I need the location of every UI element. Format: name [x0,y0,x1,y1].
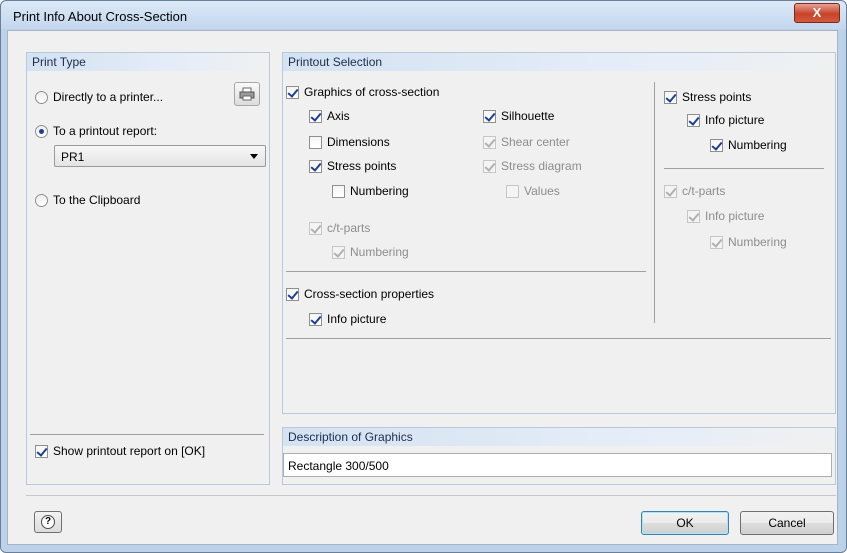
ct-parts-label: c/t-parts [327,221,371,235]
stress-points-checkbox[interactable] [309,159,322,173]
stress-diagram-checkbox[interactable] [483,159,496,173]
dimensions-checkbox[interactable] [309,135,322,149]
silhouette-label: Silhouette [501,109,555,123]
shear-center-checkbox-row[interactable]: Shear center [483,135,570,149]
stress-points-numbering-checkbox[interactable] [332,184,345,198]
printout-selection-header: Printout Selection [283,53,835,71]
ct-parts-checkbox[interactable] [309,221,322,235]
divider [664,168,824,169]
print-type-group: Print Type [26,52,270,485]
title-bar: Print Info About Cross-Section X [1,1,846,29]
right-numbering-row[interactable]: Numbering [710,138,787,152]
divider [286,338,831,339]
stress-points-label: Stress points [327,159,397,173]
cs-info-picture-checkbox[interactable] [309,312,322,326]
right-stress-points-checkbox[interactable] [664,90,677,104]
silhouette-checkbox-row[interactable]: Silhouette [483,109,554,123]
description-input[interactable]: Rectangle 300/500 [283,453,832,477]
stress-points-numbering-row[interactable]: Numbering [332,184,409,198]
radio-directly-to-printer[interactable]: Directly to a printer... [35,90,163,104]
description-value: Rectangle 300/500 [288,459,389,473]
cs-info-picture-row[interactable]: Info picture [309,312,386,326]
right-info-picture-checkbox[interactable] [687,113,700,127]
right-numbering-label: Numbering [728,138,787,152]
ct-parts-numbering-row[interactable]: Numbering [332,245,409,259]
axis-label: Axis [327,109,350,123]
right-info-picture-row[interactable]: Info picture [687,113,764,127]
values-checkbox-row[interactable]: Values [506,184,560,198]
right-ct-parts-row[interactable]: c/t-parts [664,184,725,198]
printer-icon [239,87,255,101]
right-ct-numbering-row[interactable]: Numbering [710,235,787,249]
show-report-label: Show printout report on [OK] [53,444,206,458]
values-label: Values [524,184,560,198]
radio-button[interactable] [35,193,48,207]
ct-parts-numbering-label: Numbering [350,245,409,259]
cs-properties-checkbox[interactable] [286,287,299,301]
cs-properties-checkbox-row[interactable]: Cross-section properties [286,287,434,301]
graphics-checkbox[interactable] [286,85,299,99]
right-ct-numbering-label: Numbering [728,235,787,249]
dimensions-label: Dimensions [327,135,390,149]
axis-checkbox-row[interactable]: Axis [309,109,350,123]
ct-parts-numbering-checkbox[interactable] [332,245,345,259]
radio-label: Directly to a printer... [53,90,164,104]
print-type-header: Print Type [27,53,269,71]
stress-points-checkbox-row[interactable]: Stress points [309,159,396,173]
chevron-down-icon [250,154,258,159]
radio-to-clipboard[interactable]: To the Clipboard [35,193,140,207]
cancel-button[interactable]: Cancel [740,511,834,535]
right-ct-parts-label: c/t-parts [682,184,726,198]
window-title: Print Info About Cross-Section [13,9,188,24]
right-ct-info-picture-checkbox[interactable] [687,209,700,223]
printer-settings-button[interactable] [234,82,260,106]
close-button[interactable]: X [794,3,840,23]
right-ct-parts-checkbox[interactable] [664,184,677,198]
show-report-checkbox-row[interactable]: Show printout report on [OK] [35,444,205,458]
radio-button[interactable] [35,124,48,138]
right-ct-info-picture-row[interactable]: Info picture [687,209,764,223]
shear-center-checkbox[interactable] [483,135,496,149]
stress-diagram-checkbox-row[interactable]: Stress diagram [483,159,582,173]
right-ct-info-picture-label: Info picture [705,209,765,223]
radio-to-printout-report[interactable]: To a printout report: [35,124,157,138]
select-value: PR1 [61,150,85,164]
radio-button[interactable] [35,90,48,104]
help-icon: ? [41,515,55,529]
dimensions-checkbox-row[interactable]: Dimensions [309,135,390,149]
graphics-label: Graphics of cross-section [304,85,440,99]
ct-parts-checkbox-row[interactable]: c/t-parts [309,221,370,235]
right-stress-points-label: Stress points [682,90,752,104]
shear-center-label: Shear center [501,135,570,149]
vertical-divider [654,82,655,323]
footer-divider [26,495,836,496]
ok-button[interactable]: OK [641,511,729,535]
show-report-checkbox[interactable] [35,444,48,458]
graphics-checkbox-row[interactable]: Graphics of cross-section [286,85,439,99]
right-info-picture-label: Info picture [705,113,765,127]
divider [30,434,264,435]
radio-label: To a printout report: [53,124,158,138]
cs-properties-label: Cross-section properties [304,287,435,301]
description-header: Description of Graphics [283,428,835,446]
divider [286,271,646,272]
silhouette-checkbox[interactable] [483,109,496,123]
stress-points-numbering-label: Numbering [350,184,409,198]
stress-diagram-label: Stress diagram [501,159,582,173]
radio-label: To the Clipboard [53,193,141,207]
values-checkbox[interactable] [506,184,519,198]
axis-checkbox[interactable] [309,109,322,123]
help-button[interactable]: ? [34,511,62,533]
printout-report-select[interactable]: PR1 [54,145,266,167]
right-numbering-checkbox[interactable] [710,138,723,152]
right-ct-numbering-checkbox[interactable] [710,235,723,249]
right-stress-points-row[interactable]: Stress points [664,90,751,104]
cs-info-picture-label: Info picture [327,312,387,326]
